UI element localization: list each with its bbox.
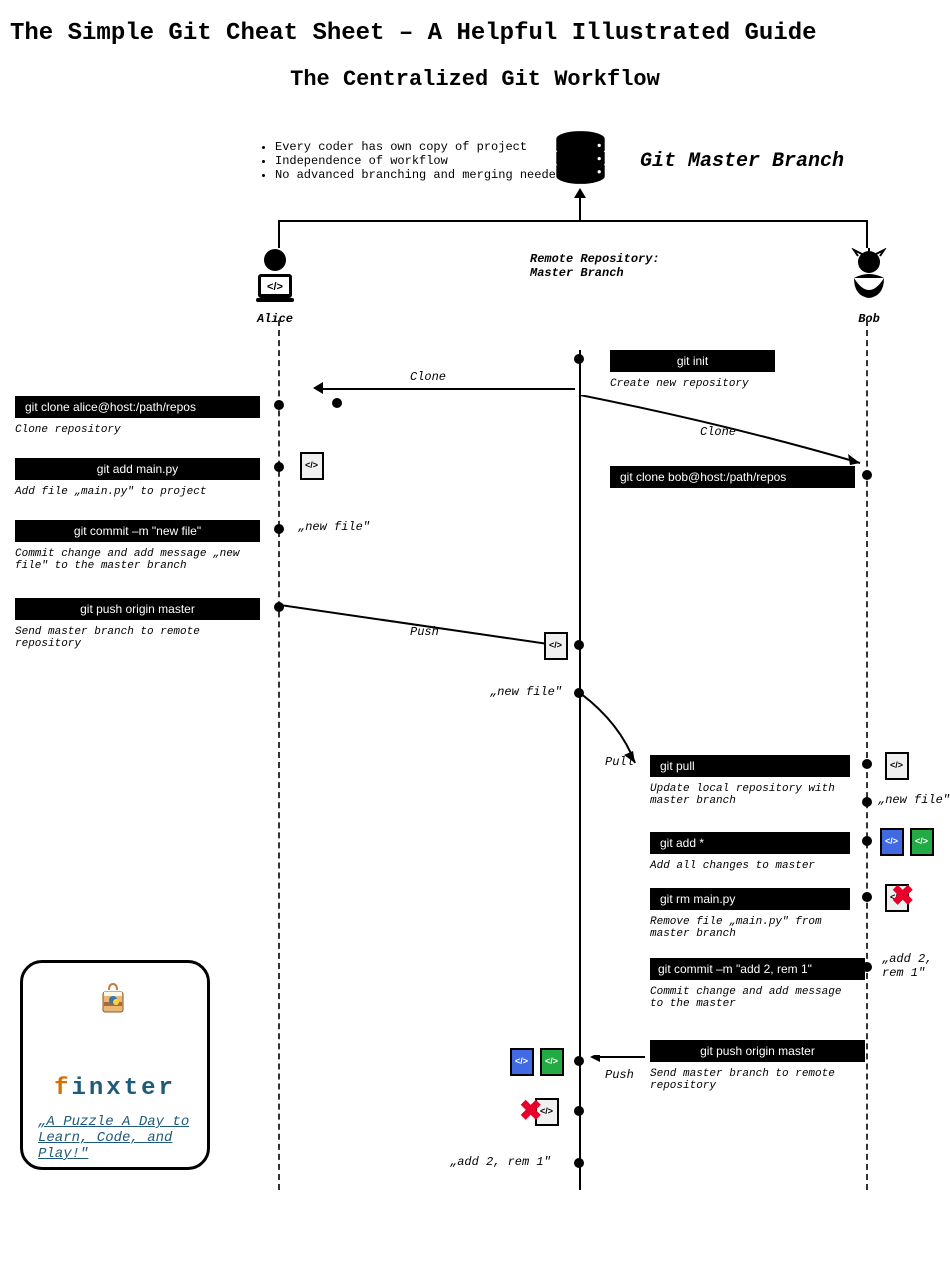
master-branch-label: Git Master Branch [640,150,844,173]
remote-repo-label: Remote Repository: Master Branch [530,252,660,280]
svg-text:</>: </> [267,281,283,293]
push-label: Push [410,625,439,639]
cmd-desc: Clone repository [15,424,255,436]
timeline-dot [274,524,284,534]
cmd-git-push-bob: git push origin master [650,1040,865,1062]
file-icon [885,752,909,780]
connector-line [866,220,868,248]
arrow-up-icon [574,188,586,198]
cmd-desc: Send master branch to remote repository [15,626,255,650]
cmd-desc: Update local repository with master bran… [650,783,845,807]
cmd-git-commit: git commit –m "new file" [15,520,260,542]
bullet-item: Independence of workflow [275,154,563,168]
x-icon: ✖ [519,1094,542,1127]
cmd-git-rm: git rm main.py [650,888,850,910]
new-file-label: „new file" [878,793,950,807]
timeline-dot [862,759,872,769]
timeline-dot [574,1056,584,1066]
clone-label: Clone [410,370,446,384]
timeline-dot [332,398,342,408]
timeline-dot [274,400,284,410]
timeline-dot [862,962,872,972]
file-icon [300,452,324,480]
cmd-git-clone-bob: git clone bob@host:/path/repos [610,466,855,488]
cmd-desc: Add all changes to master [650,860,850,872]
bullet-item: Every coder has own copy of project [275,140,563,154]
finxter-logo: finxter [38,1075,192,1102]
pull-label: Pull [605,755,634,769]
file-icon [540,1048,564,1076]
cmd-git-add-all: git add * [650,832,850,854]
database-icon [553,130,608,185]
push-label: Push [605,1068,634,1082]
file-icon [880,828,904,856]
finxter-tagline[interactable]: „A Puzzle A Day to Learn, Code, and Play… [38,1114,192,1162]
cmd-git-pull: git pull [650,755,850,777]
cmd-git-add: git add main.py [15,458,260,480]
cmd-git-init: git init [610,350,775,372]
file-icon [544,632,568,660]
cmd-desc: Commit change and add message „new file"… [15,548,255,572]
finxter-promo-box: finxter „A Puzzle A Day to Learn, Code, … [20,960,210,1170]
connector-line [278,220,280,248]
timeline-dot [862,470,872,480]
alice-timeline [278,320,280,1190]
timeline-dot [274,462,284,472]
timeline-dot [862,892,872,902]
cmd-desc: Remove file „main.py" from master branch [650,916,850,940]
coffee-icon [95,978,135,1018]
cmd-git-commit-bob: git commit –m "add 2, rem 1" [650,958,865,980]
feature-bullets: Every coder has own copy of project Inde… [260,140,563,182]
bullet-item: No advanced branching and merging needed [275,168,563,182]
timeline-dot [574,1158,584,1168]
timeline-dot [574,1106,584,1116]
subtitle: The Centralized Git Workflow [0,67,950,92]
page-title: The Simple Git Cheat Sheet – A Helpful I… [0,0,950,47]
arrow-left-icon [313,382,323,394]
timeline-dot [862,797,872,807]
file-icon [510,1048,534,1076]
file-icon [910,828,934,856]
bob-icon: Bob [844,248,894,326]
commit-msg-label: „add 2, rem 1" [450,1155,551,1169]
x-icon: ✖ [891,879,914,912]
commit-msg-label: „add 2, rem 1" [882,952,932,980]
cmd-git-clone-alice: git clone alice@host:/path/repos [15,396,260,418]
connector-line [579,198,581,220]
timeline-dot [574,354,584,364]
cmd-desc: Add file „main.py" to project [15,486,255,498]
clone-label: Clone [700,425,736,439]
cmd-desc: Send master branch to remote repository [650,1068,850,1092]
new-file-label: „new file" [490,685,562,699]
cmd-desc: Create new repository [610,378,790,390]
connector-line [320,388,575,390]
new-file-label: „new file" [298,520,370,534]
connector-line [278,220,868,222]
timeline-dot [862,836,872,846]
alice-icon: </> Alice [250,248,300,326]
timeline-dot [574,640,584,650]
cmd-git-push: git push origin master [15,598,260,620]
cmd-desc: Commit change and add message to the mas… [650,986,850,1010]
